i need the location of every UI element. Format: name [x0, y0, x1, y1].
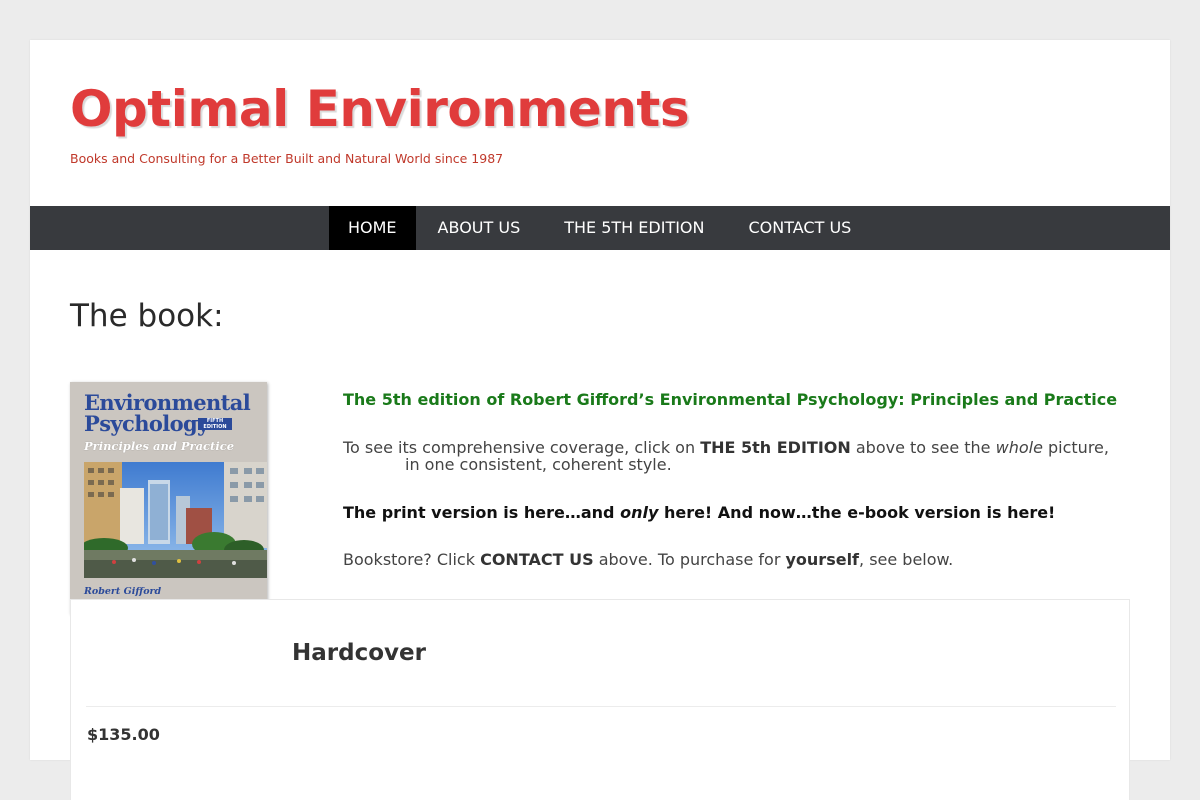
cover-title-line2: Psychology [84, 411, 209, 436]
site-tagline: Books and Consulting for a Better Built … [70, 151, 504, 166]
bookstore-text-3: , see below. [859, 550, 954, 569]
nav-item-about-us[interactable]: ABOUT US [416, 206, 543, 250]
bookstore-paragraph: Bookstore? Click CONTACT US above. To pu… [343, 550, 953, 569]
book-headline: The 5th edition of Robert Gifford’s Envi… [343, 390, 1118, 409]
product-divider [86, 706, 1116, 707]
versions-text-2: here! And now…the e-book version is here… [658, 503, 1056, 522]
coverage-paragraph-line2: in one consistent, coherent style. [405, 455, 672, 474]
bookstore-bold-1: CONTACT US [480, 550, 594, 569]
cover-author: Robert Gifford [84, 586, 162, 597]
cover-city-photo [84, 462, 267, 578]
site-title[interactable]: Optimal Environments [70, 84, 690, 134]
main-nav: HOME ABOUT US THE 5TH EDITION CONTACT US [30, 206, 1170, 250]
nav-item-5th-edition[interactable]: THE 5TH EDITION [542, 206, 726, 250]
nav-list: HOME ABOUT US THE 5TH EDITION CONTACT US [329, 206, 873, 250]
coverage-italic: whole [995, 438, 1043, 457]
nav-item-home[interactable]: HOME [329, 206, 416, 250]
nav-item-contact-us[interactable]: CONTACT US [727, 206, 874, 250]
page-container: Optimal Environments Books and Consultin… [30, 40, 1170, 800]
product-price: $135.00 [87, 725, 160, 744]
versions-italic: only [620, 503, 659, 522]
versions-text-1: The print version is here…and [343, 503, 621, 522]
coverage-text-3: picture, [1042, 438, 1109, 457]
cover-title-line1: Environmental [84, 390, 251, 415]
coverage-bold: THE 5th EDITION [700, 438, 851, 457]
coverage-text-2: above to see the [850, 438, 996, 457]
product-title: Hardcover [292, 640, 426, 666]
bookstore-text-1: Bookstore? Click [343, 550, 481, 569]
cover-subtitle: Principles and Practice [84, 439, 235, 453]
cover-edition-badge: FIFTH EDITION [198, 418, 232, 430]
book-cover-image: Environmental Psychology FIFTH EDITION P… [70, 382, 267, 614]
versions-paragraph: The print version is here…and only here!… [343, 503, 1055, 522]
bookstore-bold-2: yourself [785, 550, 860, 569]
page-heading: The book: [70, 298, 224, 334]
product-box-hardcover: Hardcover $135.00 [70, 599, 1130, 800]
bookstore-text-2: above. To purchase for [593, 550, 786, 569]
